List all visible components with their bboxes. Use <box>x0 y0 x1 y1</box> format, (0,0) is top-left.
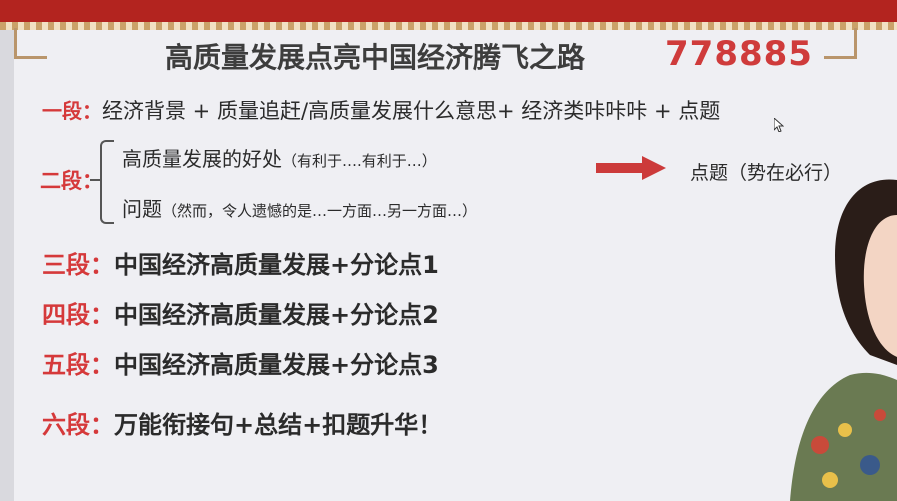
paragraph-4-label: 四段： <box>42 301 114 329</box>
paragraph-5-text: 中国经济高质量发展+分论点3 <box>114 351 439 379</box>
course-code: 778885 <box>665 34 813 74</box>
paragraph-2-line-2: 问题（然而，令人遗憾的是…一方面…另一方面…） <box>122 193 477 222</box>
paragraph-4-text: 中国经济高质量发展+分论点2 <box>114 301 439 329</box>
benefit-note: （有利于….有利于…） <box>282 152 437 170</box>
paragraph-1-row: 一段：经济背景 + 质量追赶/高质量发展什么意思+ 经济类咔咔咔 + 点题 <box>42 95 720 125</box>
paragraph-1-label: 一段： <box>42 99 102 123</box>
paragraph-4-row: 四段：中国经济高质量发展+分论点2 <box>42 295 439 330</box>
corner-ornament-left <box>14 28 47 59</box>
paragraph-3-text: 中国经济高质量发展+分论点1 <box>114 251 439 279</box>
right-arrow-icon <box>596 156 666 180</box>
left-edge-strip <box>0 30 14 501</box>
slide-title: 高质量发展点亮中国经济腾飞之路 <box>165 41 586 74</box>
problem-text: 问题 <box>122 197 162 221</box>
paragraph-6-label: 六段： <box>42 411 114 439</box>
mouse-cursor-icon <box>774 118 784 132</box>
top-banner <box>0 0 897 22</box>
decorative-border <box>0 22 897 30</box>
paragraph-2-line-1: 高质量发展的好处（有利于….有利于…） <box>122 143 437 172</box>
paragraph-6-text: 万能衔接句+总结+扣题升华！ <box>114 411 443 439</box>
bracket-icon <box>100 140 114 224</box>
paragraph-6-row: 六段：万能衔接句+总结+扣题升华！ <box>42 405 442 440</box>
presenter-image <box>790 179 897 501</box>
benefit-text: 高质量发展的好处 <box>122 147 282 171</box>
problem-note: （然而，令人遗憾的是…一方面…另一方面…） <box>162 202 478 220</box>
paragraph-3-row: 三段：中国经济高质量发展+分论点1 <box>42 245 439 280</box>
corner-ornament-right <box>824 28 857 59</box>
paragraph-5-label: 五段： <box>42 351 114 379</box>
paragraph-1-text: 经济背景 + 质量追赶/高质量发展什么意思+ 经济类咔咔咔 + 点题 <box>102 99 721 123</box>
paragraph-5-row: 五段：中国经济高质量发展+分论点3 <box>42 345 439 380</box>
paragraph-3-label: 三段： <box>42 251 114 279</box>
